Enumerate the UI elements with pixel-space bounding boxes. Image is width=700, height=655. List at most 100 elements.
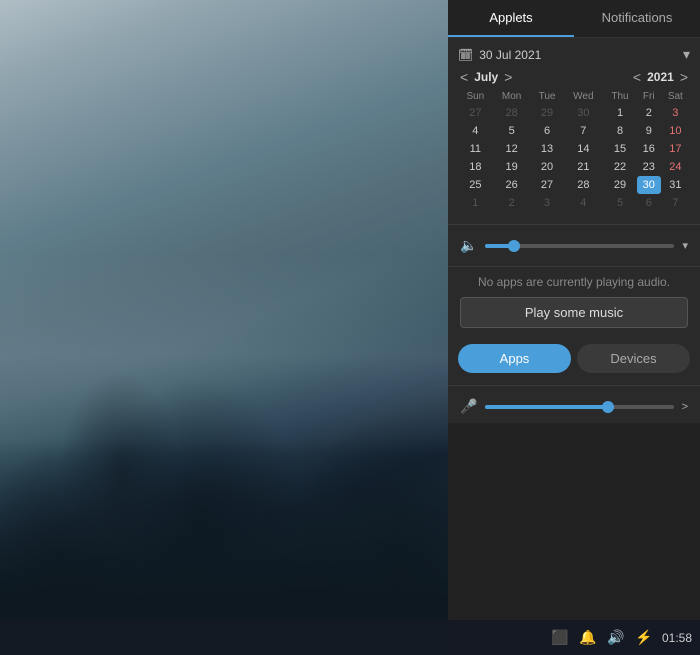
calendar-day[interactable]: 4 (563, 194, 603, 212)
calendar-day[interactable]: 30 (563, 104, 603, 122)
trees-silhouette (0, 295, 450, 655)
date-header-left: 🗓 30 Jul 2021 (458, 48, 541, 62)
next-year-arrow[interactable]: > (678, 69, 690, 85)
calendar-day[interactable]: 6 (531, 122, 564, 140)
taskbar-time: 01:58 (662, 631, 692, 645)
calendar-day[interactable]: 23 (637, 158, 661, 176)
volume-icon: 🔈 (460, 237, 477, 254)
taskbar-power-icon[interactable]: ⚡ (634, 629, 654, 646)
calendar-day[interactable]: 27 (531, 176, 564, 194)
volume-section: 🔈 ▾ (448, 229, 700, 262)
calendar-day[interactable]: 21 (563, 158, 603, 176)
volume-slider[interactable] (485, 244, 674, 248)
calendar-day[interactable]: 1 (458, 194, 493, 212)
date-header: 🗓 30 Jul 2021 ▾ (458, 46, 690, 63)
tab-applets[interactable]: Applets (448, 0, 574, 37)
volume-track (485, 244, 674, 248)
prev-month-arrow[interactable]: < (458, 69, 470, 85)
calendar-day[interactable]: 3 (531, 194, 564, 212)
calendar-day[interactable]: 15 (603, 140, 637, 158)
mic-dropdown-arrow[interactable]: > (682, 401, 688, 413)
weekday-fri: Fri (637, 89, 661, 104)
calendar-day[interactable]: 13 (531, 140, 564, 158)
divider-3 (448, 385, 700, 386)
divider-1 (448, 224, 700, 225)
play-music-button[interactable]: Play some music (460, 297, 688, 328)
calendar-day[interactable]: 12 (493, 140, 531, 158)
calendar-day[interactable]: 9 (637, 122, 661, 140)
no-audio-text: No apps are currently playing audio. (460, 275, 688, 289)
mic-track (485, 405, 673, 409)
calendar-row: 25262728293031 (458, 176, 690, 194)
weekday-wed: Wed (563, 89, 603, 104)
calendar-day[interactable]: 17 (661, 140, 690, 158)
calendar-day[interactable]: 5 (493, 122, 531, 140)
calendar-day[interactable]: 2 (637, 104, 661, 122)
wallpaper (0, 0, 450, 655)
taskbar-bell-icon[interactable]: 🔔 (578, 629, 598, 646)
calendar-icon: 🗓 (458, 48, 473, 62)
calendar-day[interactable]: 28 (563, 176, 603, 194)
calendar-row: 18192021222324 (458, 158, 690, 176)
tabs-bar: Applets Notifications (448, 0, 700, 38)
calendar-day[interactable]: 4 (458, 122, 493, 140)
taskbar: ⬛ 🔔 🔊 ⚡ 01:58 (0, 620, 700, 655)
calendar-day[interactable]: 8 (603, 122, 637, 140)
calendar-day[interactable]: 6 (637, 194, 661, 212)
panel: Applets Notifications 🗓 30 Jul 2021 ▾ < … (448, 0, 700, 620)
calendar-day[interactable]: 30 (637, 176, 661, 194)
calendar-day[interactable]: 14 (563, 140, 603, 158)
calendar-day[interactable]: 20 (531, 158, 564, 176)
calendar-day[interactable]: 5 (603, 194, 637, 212)
month-nav: < July > (458, 69, 514, 85)
weekday-sun: Sun (458, 89, 493, 104)
calendar-day[interactable]: 7 (563, 122, 603, 140)
tab-notifications[interactable]: Notifications (574, 0, 700, 37)
calendar-day[interactable]: 29 (531, 104, 564, 122)
mic-thumb[interactable] (602, 401, 614, 413)
mic-slider[interactable] (485, 405, 673, 409)
calendar-row: 27282930123 (458, 104, 690, 122)
calendar-day[interactable]: 28 (493, 104, 531, 122)
weekday-thu: Thu (603, 89, 637, 104)
year-label: 2021 (647, 70, 674, 84)
next-month-arrow[interactable]: > (502, 69, 514, 85)
volume-dropdown-arrow[interactable]: ▾ (682, 239, 688, 252)
calendar-row: 11121314151617 (458, 140, 690, 158)
apps-toggle-button[interactable]: Apps (458, 344, 571, 373)
calendar-day[interactable]: 7 (661, 194, 690, 212)
current-date-label: 30 Jul 2021 (479, 48, 541, 62)
date-header-dropdown[interactable]: ▾ (683, 46, 690, 63)
calendar-day[interactable]: 16 (637, 140, 661, 158)
taskbar-volume-icon[interactable]: 🔊 (606, 629, 626, 646)
calendar-day[interactable]: 25 (458, 176, 493, 194)
calendar-day[interactable]: 31 (661, 176, 690, 194)
audio-info: No apps are currently playing audio. Pla… (448, 271, 700, 336)
volume-thumb[interactable] (508, 240, 520, 252)
prev-year-arrow[interactable]: < (631, 69, 643, 85)
mic-section: 🎤 > (448, 390, 700, 423)
calendar-day[interactable]: 2 (493, 194, 531, 212)
calendar-grid: Sun Mon Tue Wed Thu Fri Sat 272829301234… (458, 89, 690, 212)
calendar-day[interactable]: 3 (661, 104, 690, 122)
taskbar-window-icon[interactable]: ⬛ (550, 629, 570, 646)
calendar-day[interactable]: 10 (661, 122, 690, 140)
calendar-day[interactable]: 18 (458, 158, 493, 176)
weekday-header-row: Sun Mon Tue Wed Thu Fri Sat (458, 89, 690, 104)
weekday-sat: Sat (661, 89, 690, 104)
month-label: July (474, 70, 498, 84)
calendar-day[interactable]: 26 (493, 176, 531, 194)
mic-fill (485, 405, 607, 409)
weekday-mon: Mon (493, 89, 531, 104)
weekday-tue: Tue (531, 89, 564, 104)
calendar-day[interactable]: 29 (603, 176, 637, 194)
bottom-area (448, 423, 700, 620)
calendar-day[interactable]: 19 (493, 158, 531, 176)
calendar-day[interactable]: 27 (458, 104, 493, 122)
calendar-day[interactable]: 1 (603, 104, 637, 122)
calendar-day[interactable]: 11 (458, 140, 493, 158)
apps-devices-toggle: Apps Devices (448, 336, 700, 381)
calendar-day[interactable]: 22 (603, 158, 637, 176)
calendar-day[interactable]: 24 (661, 158, 690, 176)
devices-toggle-button[interactable]: Devices (577, 344, 690, 373)
